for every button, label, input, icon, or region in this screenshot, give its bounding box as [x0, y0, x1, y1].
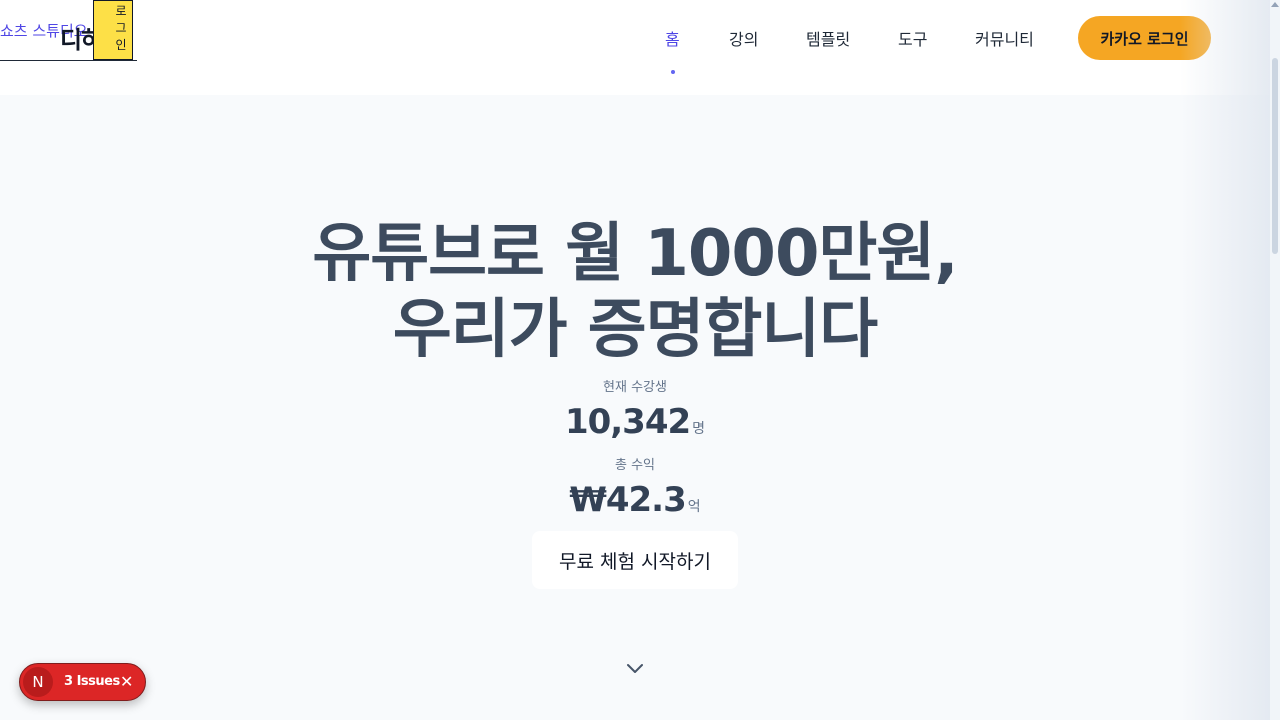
scroll-up-arrow-icon[interactable]	[1271, 2, 1279, 7]
active-nav-indicator	[671, 70, 675, 74]
headline-line-2: 우리가 증명합니다	[392, 293, 878, 367]
students-label: 현재 수강생	[603, 380, 667, 395]
hero-headline: 유튜브로 월 1000만원, 우리가 증명합니다	[0, 216, 1270, 368]
brand-underline	[0, 60, 137, 61]
issues-count-label[interactable]: 3 Issues	[64, 674, 120, 689]
scrollbar-thumb[interactable]	[1272, 58, 1278, 254]
nav-item-tools[interactable]: 도구	[898, 26, 927, 50]
students-unit: 명	[692, 421, 706, 437]
revenue-unit: 억	[687, 499, 701, 515]
students-stat: 10,342 명	[0, 402, 1270, 442]
right-edge-shade	[1180, 0, 1270, 720]
close-icon[interactable]: ✕	[120, 672, 133, 691]
nav-item-home[interactable]: 홈	[665, 26, 680, 50]
nav-item-templates[interactable]: 템플릿	[806, 26, 850, 50]
students-value: 10,342	[564, 402, 691, 442]
chevron-down-icon[interactable]	[626, 660, 644, 678]
nav-item-community[interactable]: 커뮤니티	[975, 26, 1034, 50]
headline-line-1: 유튜브로 월 1000만원,	[312, 217, 958, 291]
revenue-label: 총 수익	[614, 458, 655, 473]
revenue-stat: ₩42.3 억	[0, 480, 1270, 520]
issues-badge[interactable]: N 3 Issues ✕	[19, 663, 146, 701]
free-trial-button[interactable]: 무료 체험 시작하기	[532, 531, 738, 589]
devtools-avatar-icon: N	[23, 667, 53, 697]
site-header: 쇼츠 스튜디오 디하클 로 그 인 홈 강의 템플릿 도구 커뮤니티 카카오 로…	[0, 0, 1270, 95]
revenue-value: ₩42.3	[569, 480, 686, 520]
login-char: 로	[115, 4, 127, 18]
nav-item-lectures[interactable]: 강의	[729, 26, 758, 50]
